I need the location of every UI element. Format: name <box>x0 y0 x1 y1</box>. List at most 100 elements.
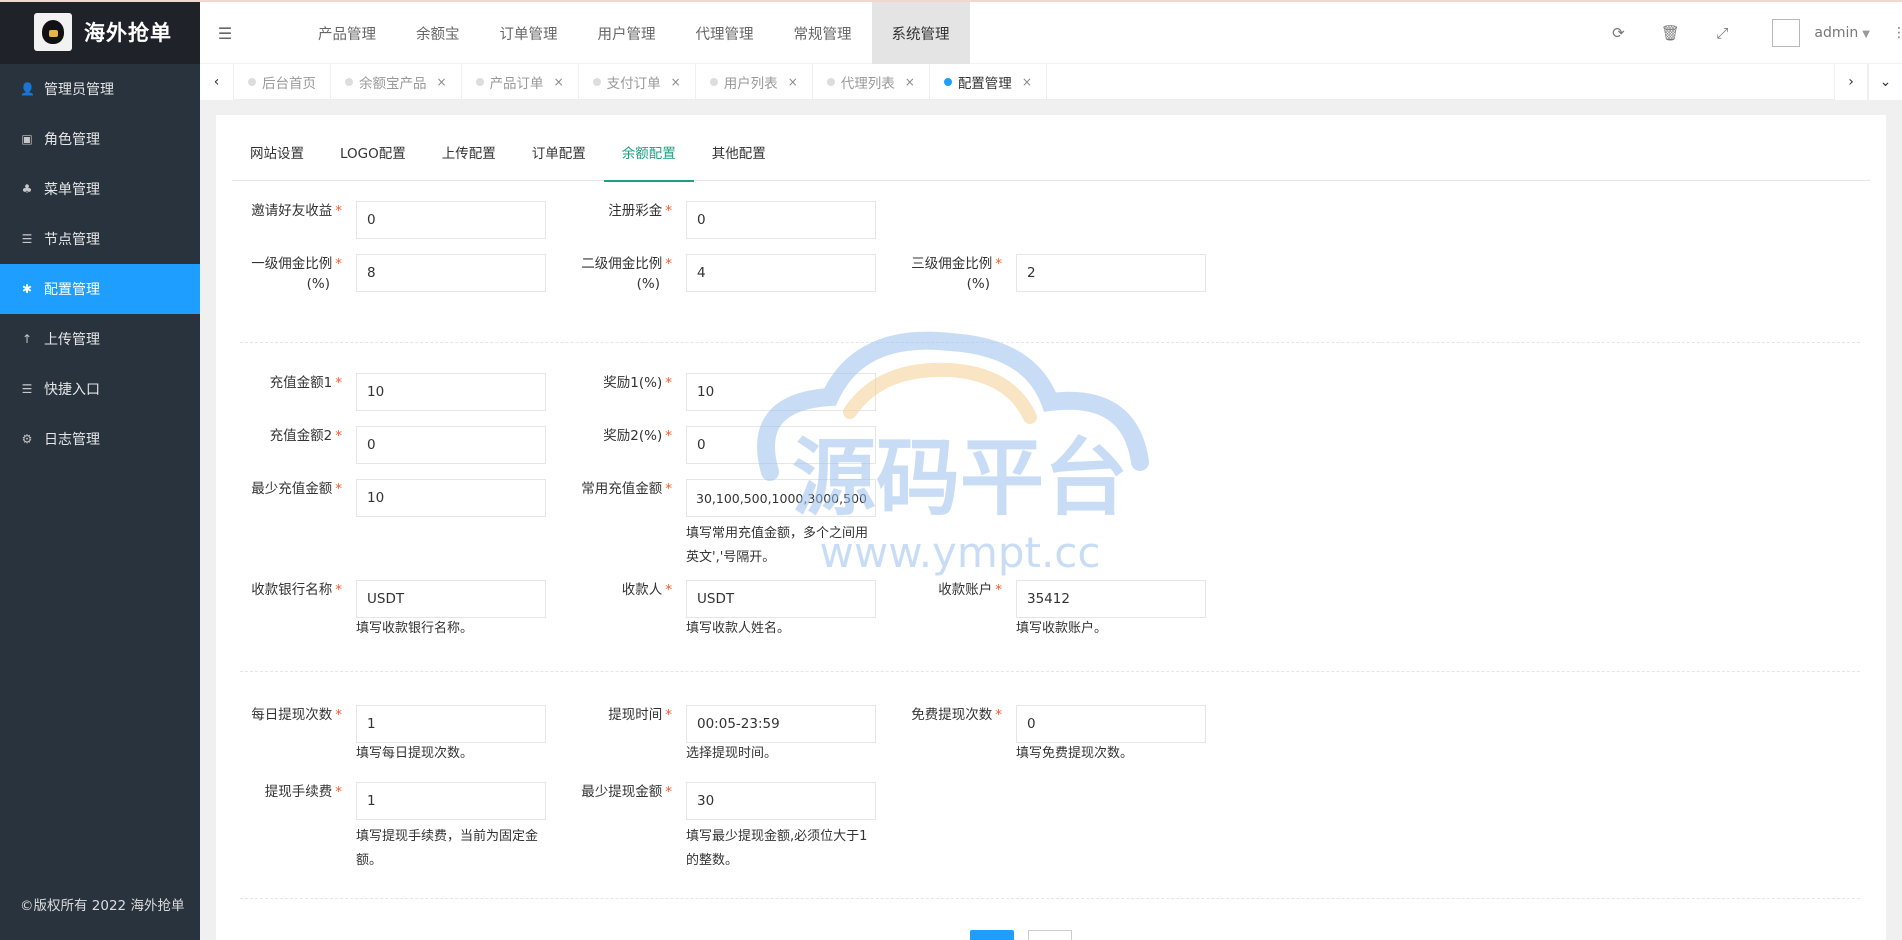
invite-income-input[interactable] <box>356 201 546 239</box>
config-tab-0[interactable]: 网站设置 <box>232 144 322 181</box>
reset-button[interactable] <box>1028 930 1072 940</box>
label-invite-income: 邀请好友收益 * <box>232 201 342 221</box>
top-nav-item-2[interactable]: 订单管理 <box>480 2 578 64</box>
page-tab-bar: ‹ 后台首页 余额宝产品 × 产品订单 × 支付订单 × 用户列表 × 代理列表 × 配置管理 × › … <box>200 64 1902 100</box>
config-tab-2[interactable]: 上传配置 <box>424 144 514 181</box>
label-bank-name: 收款银行名称 * <box>232 580 342 600</box>
tab-menu-chevron-icon[interactable]: ⌄ <box>1868 64 1902 100</box>
list-icon: ☰ <box>21 232 33 246</box>
account-hint: 填写收款账户。 <box>1016 621 1108 636</box>
required-mark: * <box>665 256 672 272</box>
min-withdraw-input[interactable] <box>686 782 876 820</box>
tab-status-dot <box>943 78 952 86</box>
sidebar-item-label: 上传管理 <box>44 332 100 348</box>
close-icon[interactable]: × <box>554 75 564 89</box>
config-tab-5[interactable]: 其他配置 <box>694 144 784 181</box>
list-icon: ☰ <box>21 382 33 396</box>
sidebar-item-2[interactable]: ♣ 菜单管理 <box>0 164 200 214</box>
close-icon[interactable]: × <box>788 75 798 89</box>
top-nav-item-0[interactable]: 产品管理 <box>298 2 396 64</box>
label-withdraw-time: 提现时间 * <box>562 705 672 725</box>
page-tab-3[interactable]: 支付订单 × <box>579 64 696 100</box>
label-text: 收款账户 <box>938 582 993 598</box>
upload-icon: ↑ <box>21 332 33 346</box>
fullscreen-icon[interactable]: ⤢ <box>1696 24 1748 42</box>
required-mark: * <box>335 203 342 219</box>
sidebar-item-7[interactable]: ⚙ 日志管理 <box>0 414 200 464</box>
tab-status-dot <box>345 78 353 86</box>
tab-scroll-left-icon[interactable]: ‹ <box>200 64 234 100</box>
close-icon[interactable]: × <box>905 75 915 89</box>
withdraw-fee-input[interactable] <box>356 782 546 820</box>
recharge1-input[interactable] <box>356 373 546 411</box>
top-nav-item-6[interactable]: 系统管理 <box>871 2 970 64</box>
page-tabs: 后台首页 余额宝产品 × 产品订单 × 支付订单 × 用户列表 × 代理列表 × 配置管理 × <box>234 64 1047 100</box>
sidebar-item-5[interactable]: ↑ 上传管理 <box>0 314 200 364</box>
min-recharge-input[interactable] <box>356 479 546 517</box>
level3-commission-input[interactable] <box>1016 254 1206 292</box>
bank-name-input[interactable] <box>356 580 546 618</box>
required-mark: * <box>335 707 342 723</box>
required-mark: * <box>665 481 672 497</box>
tab-status-dot <box>592 78 601 86</box>
close-icon[interactable]: × <box>671 75 681 89</box>
withdraw-time-input[interactable] <box>686 705 876 743</box>
sidebar-item-3[interactable]: ☰ 节点管理 <box>0 214 200 264</box>
sidebar-item-4[interactable]: ✱ 配置管理 <box>0 264 200 314</box>
sidebar-item-0[interactable]: 👤 管理员管理 <box>0 64 200 114</box>
page-tab-1[interactable]: 余额宝产品 × <box>331 64 462 100</box>
label-text: 常用充值金额 <box>581 481 663 497</box>
avatar[interactable] <box>1772 19 1801 47</box>
close-icon[interactable]: × <box>437 75 447 89</box>
label-unit: (%) <box>966 276 990 292</box>
page-tab-6[interactable]: 配置管理 × <box>930 64 1047 100</box>
top-nav-item-4[interactable]: 代理管理 <box>676 2 774 64</box>
gear-icon: ✱ <box>21 282 33 296</box>
label-min-recharge: 最少充值金额 * <box>232 479 342 499</box>
close-icon[interactable]: × <box>1022 75 1032 89</box>
label-daily-withdraw: 每日提现次数 * <box>232 705 342 725</box>
config-tab-4[interactable]: 余额配置 <box>603 144 694 182</box>
sidebar-item-1[interactable]: ▣ 角色管理 <box>0 114 200 164</box>
menu-toggle-icon[interactable]: ☰ <box>200 2 250 64</box>
account-input[interactable] <box>1016 580 1206 618</box>
recharge2-input[interactable] <box>356 426 546 464</box>
config-tab-1[interactable]: LOGO配置 <box>322 144 424 181</box>
page-tab-0[interactable]: 后台首页 <box>234 64 331 100</box>
chevron-down-icon: ▼ <box>1862 29 1870 40</box>
reward2-input[interactable] <box>686 426 876 464</box>
min-withdraw-hint: 填写最少提现金额,必须位大于1的整数。 <box>686 829 868 868</box>
page-tab-2[interactable]: 产品订单 × <box>462 64 579 100</box>
free-withdraw-input[interactable] <box>1016 705 1206 743</box>
more-icon[interactable]: ⋮ <box>1892 25 1902 41</box>
daily-withdraw-input[interactable] <box>356 705 546 743</box>
sidebar-item-6[interactable]: ☰ 快捷入口 <box>0 364 200 414</box>
config-tab-3[interactable]: 订单配置 <box>514 144 604 181</box>
tab-status-dot <box>248 78 256 86</box>
sidebar-item-label: 菜单管理 <box>44 182 100 198</box>
brand[interactable]: 海外抢单 <box>0 0 200 64</box>
register-bonus-input[interactable] <box>686 201 876 239</box>
submit-button[interactable] <box>970 930 1014 940</box>
user-menu[interactable]: admin ▼ <box>1814 25 1870 41</box>
top-header: ☰ 产品管理 余额宝 订单管理 用户管理 代理管理 常规管理 系统管理 ⟳ 🗑 ⤢ admi… <box>200 2 1902 64</box>
common-recharge-input[interactable] <box>686 479 876 517</box>
label-recharge1: 充值金额1 * <box>232 373 342 393</box>
required-mark: * <box>335 256 342 272</box>
refresh-icon[interactable]: ⟳ <box>1592 24 1644 42</box>
top-nav-item-1[interactable]: 余额宝 <box>396 2 480 64</box>
page-tab-5[interactable]: 代理列表 × <box>813 64 930 100</box>
bank-name-hint: 填写收款银行名称。 <box>356 621 474 636</box>
level2-commission-input[interactable] <box>686 254 876 292</box>
tab-scroll-right-icon[interactable]: › <box>1834 64 1868 100</box>
reward1-input[interactable] <box>686 373 876 411</box>
level1-commission-input[interactable] <box>356 254 546 292</box>
required-mark: * <box>665 582 672 598</box>
top-nav-item-5[interactable]: 常规管理 <box>774 2 872 64</box>
withdraw-fee-hint: 填写提现手续费，当前为固定金额。 <box>356 829 539 868</box>
page-tab-4[interactable]: 用户列表 × <box>696 64 813 100</box>
top-nav-item-3[interactable]: 用户管理 <box>578 2 676 64</box>
trash-icon[interactable]: 🗑 <box>1644 24 1696 42</box>
payee-input[interactable] <box>686 580 876 618</box>
tree-icon: ♣ <box>21 182 33 196</box>
